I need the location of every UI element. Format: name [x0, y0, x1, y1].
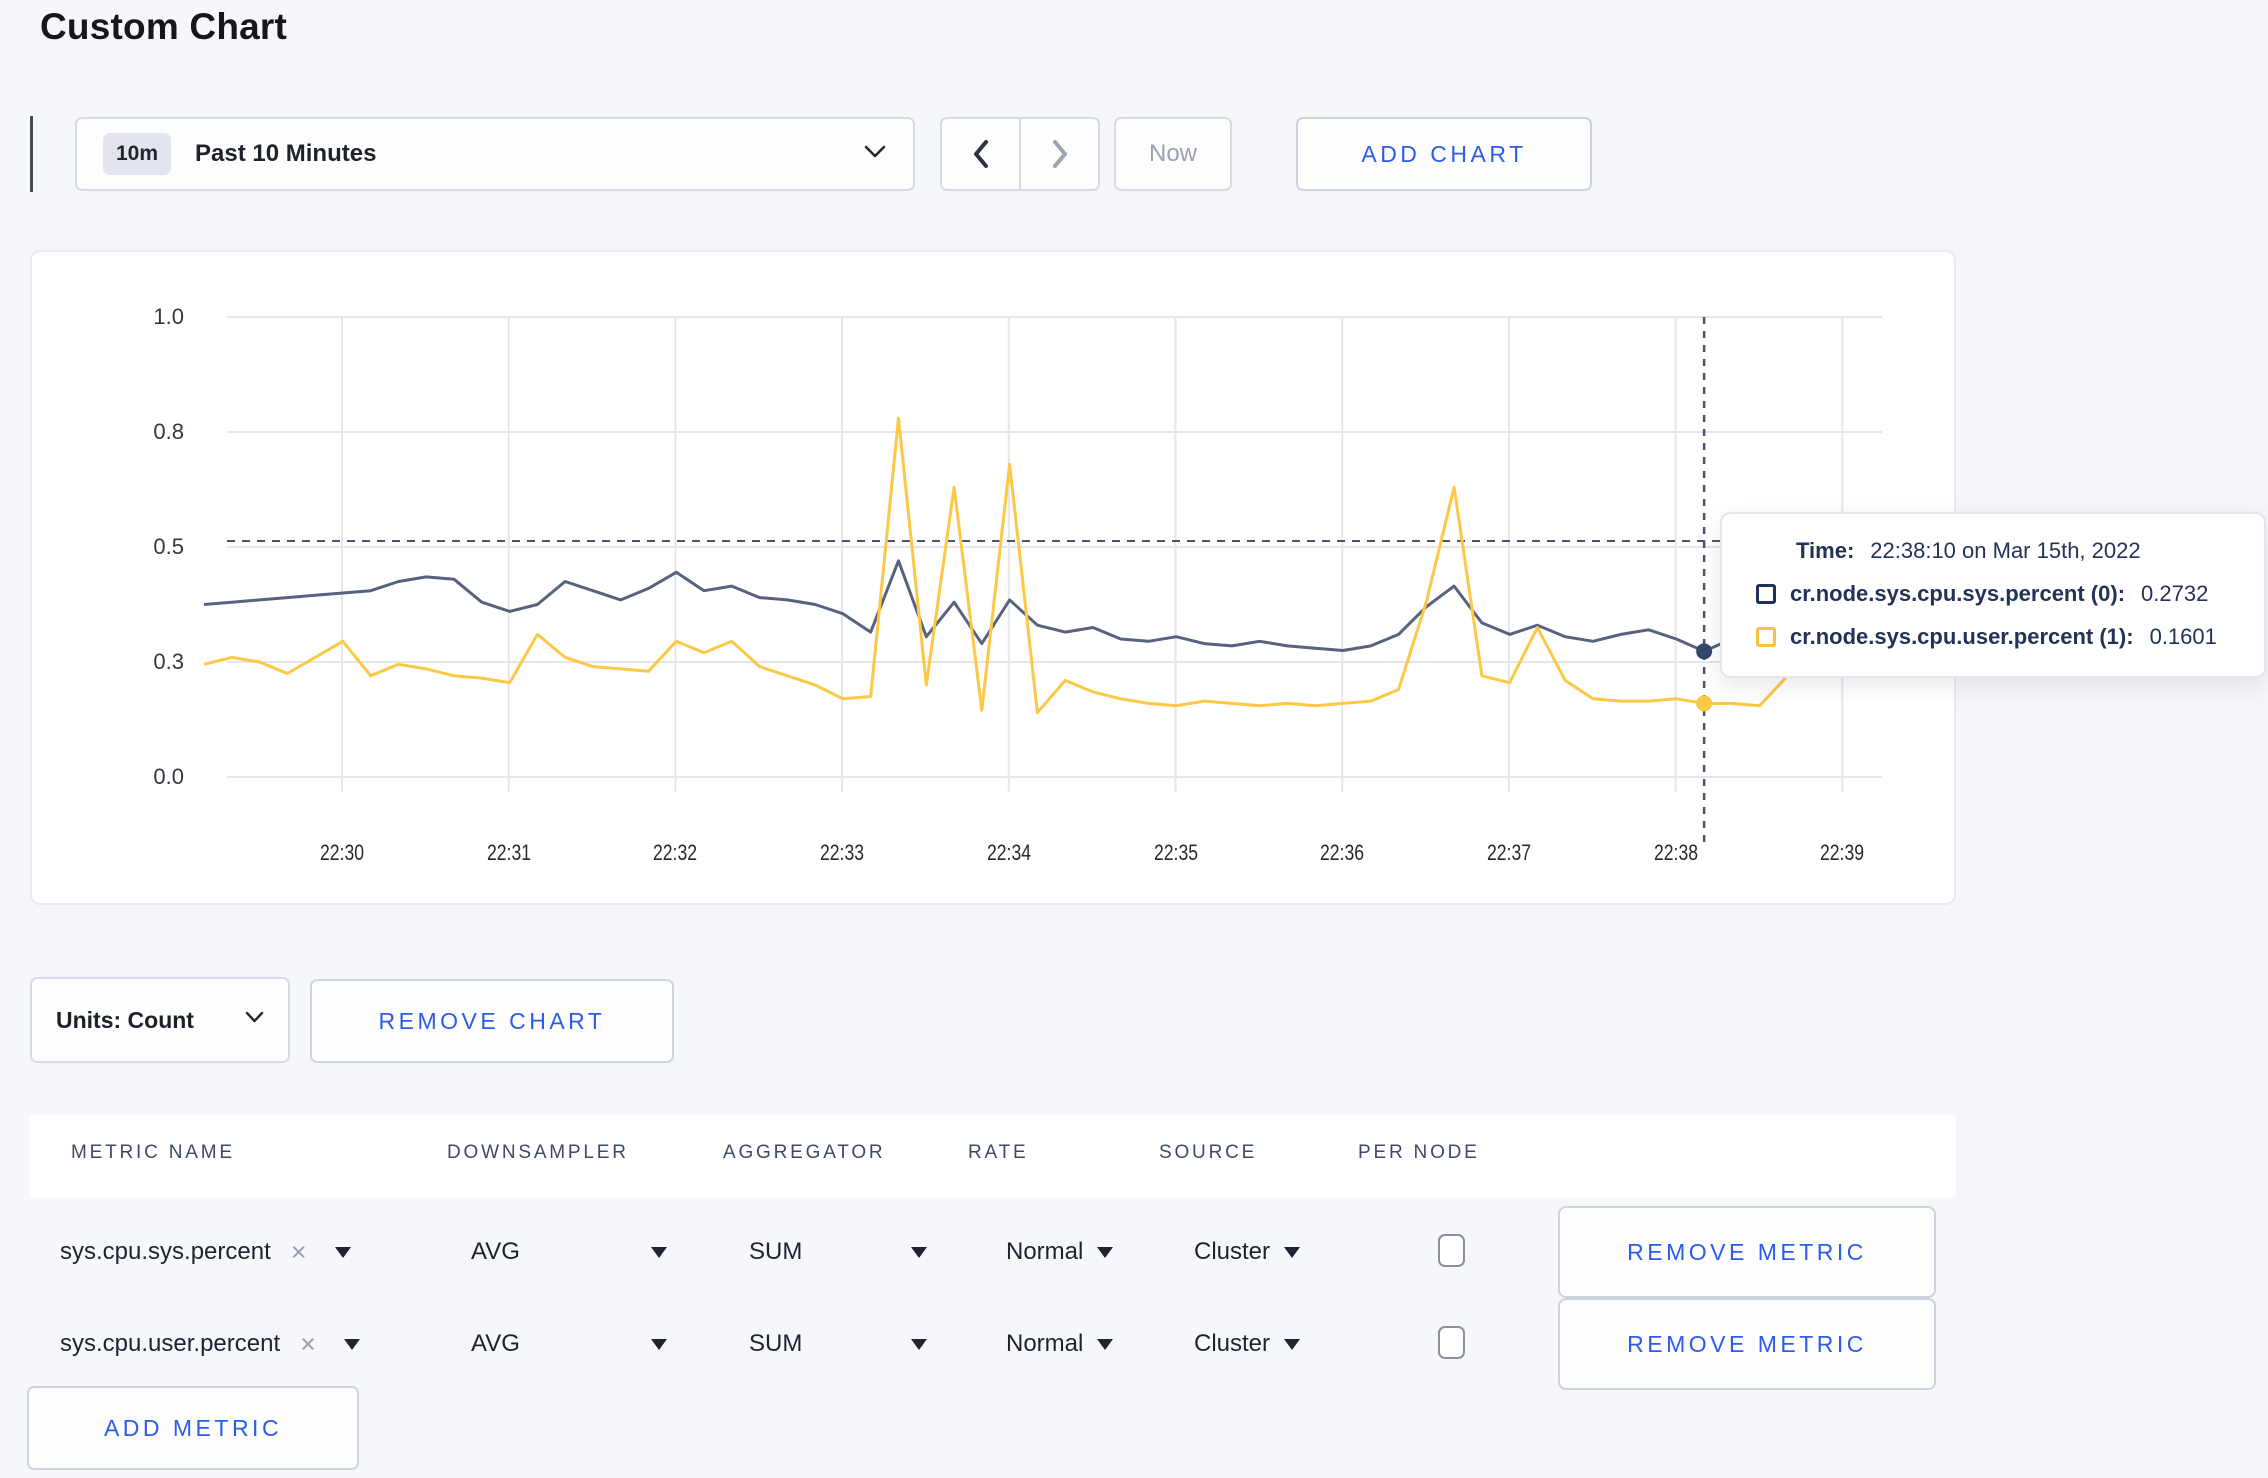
y-axis-tick-label: 1.0 [153, 304, 184, 329]
units-label: Units: Count [56, 1006, 194, 1033]
chevron-down-icon [245, 1011, 264, 1029]
clear-metric-icon[interactable]: × [300, 1329, 316, 1360]
x-axis-tick-label: 22:30 [319, 840, 365, 865]
hover-dot-sys [1696, 643, 1713, 660]
tooltip-time-label: Time: [1796, 538, 1855, 563]
metric-row: sys.cpu.user.percent × AVG SUM Normal Cl… [30, 1298, 1956, 1390]
time-range-badge: 10m [103, 133, 172, 175]
per-node-checkbox[interactable] [1438, 1234, 1465, 1267]
add-metric-button[interactable]: ADD METRIC [27, 1386, 359, 1470]
col-header-downsampler: DOWNSAMPLER [447, 1142, 629, 1163]
clear-metric-icon[interactable]: × [291, 1237, 307, 1268]
col-header-metric-name: METRIC NAME [71, 1142, 235, 1163]
chart-card: 0.0 0.3 0.5 0.8 1.0 22:30 22:31 22:32 22:33 22:34… [30, 250, 1956, 905]
source-value: Cluster [1194, 1238, 1271, 1265]
downsampler-value: AVG [471, 1238, 520, 1265]
remove-metric-button[interactable]: REMOVE METRIC [1558, 1298, 1936, 1390]
rate-select[interactable]: Normal [1006, 1206, 1114, 1298]
units-dropdown[interactable]: Units: Count [30, 977, 290, 1063]
rate-select[interactable]: Normal [1006, 1298, 1114, 1390]
tooltip-series-row: cr.node.sys.cpu.sys.percent (0): 0.2732 [1756, 581, 2234, 607]
metric-name-value: sys.cpu.user.percent [60, 1330, 281, 1357]
x-axis-tick-label: 22:33 [820, 840, 865, 865]
per-node-checkbox[interactable] [1438, 1326, 1465, 1359]
tooltip-series-label: cr.node.sys.cpu.sys.percent (0): [1790, 581, 2126, 606]
tooltip-series-label: cr.node.sys.cpu.user.percent (1): [1790, 624, 2134, 649]
remove-chart-button[interactable]: REMOVE CHART [310, 979, 674, 1063]
y-axis-tick-label: 0.5 [153, 534, 184, 559]
col-header-aggregator: AGGREGATOR [723, 1142, 886, 1163]
metric-row: sys.cpu.sys.percent × AVG SUM Normal Clu… [30, 1206, 1956, 1298]
aggregator-arrow[interactable] [911, 1206, 927, 1298]
chart-svg[interactable] [32, 252, 1954, 903]
hover-dot-user [1696, 695, 1713, 712]
x-axis-tick-label: 22:37 [1486, 840, 1531, 865]
aggregator-value: SUM [749, 1330, 803, 1357]
downsampler-select[interactable]: AVG [471, 1298, 520, 1390]
tooltip-series-value: 0.2732 [2141, 581, 2209, 606]
downsampler-value: AVG [471, 1330, 520, 1357]
time-range-label: Past 10 Minutes [195, 140, 377, 167]
navy-series-swatch-icon [1756, 584, 1776, 604]
y-axis-tick-label: 0.3 [153, 649, 184, 674]
y-axis-tick-label: 0.0 [153, 764, 184, 789]
x-axis-tick-label: 22:39 [1820, 840, 1865, 865]
aggregator-select[interactable]: SUM [749, 1298, 802, 1390]
metric-name-select[interactable]: sys.cpu.user.percent × [60, 1298, 360, 1390]
x-axis-tick-label: 22:38 [1653, 840, 1698, 865]
x-axis-tick-label: 22:34 [986, 840, 1031, 865]
chevron-right-icon [1052, 140, 1067, 168]
col-header-source: SOURCE [1159, 1142, 1258, 1163]
series-line [203, 559, 1872, 653]
time-nav-group [940, 117, 1100, 191]
dropdown-arrow-icon [343, 1338, 360, 1350]
chevron-left-icon [973, 140, 988, 168]
metric-name-select[interactable]: sys.cpu.sys.percent × [60, 1206, 351, 1298]
tooltip-series-row: cr.node.sys.cpu.user.percent (1): 0.1601 [1756, 624, 2234, 650]
source-select[interactable]: Cluster [1194, 1298, 1301, 1390]
x-axis-tick-label: 22:36 [1320, 840, 1365, 865]
col-header-per-node: PER NODE [1358, 1142, 1480, 1163]
toolbar-left-rule [30, 116, 33, 192]
dropdown-arrow-icon [651, 1338, 667, 1350]
chart-tooltip: Time: 22:38:10 on Mar 15th, 2022 cr.node… [1720, 512, 2266, 678]
dropdown-arrow-icon [1284, 1338, 1301, 1350]
remove-metric-button[interactable]: REMOVE METRIC [1558, 1206, 1936, 1298]
tooltip-time-row: Time: 22:38:10 on Mar 15th, 2022 [1796, 538, 2234, 564]
time-range-dropdown[interactable]: 10m Past 10 Minutes [75, 117, 915, 191]
aggregator-value: SUM [749, 1238, 803, 1265]
rate-value: Normal [1006, 1238, 1084, 1265]
x-axis-tick-label: 22:35 [1153, 840, 1198, 865]
prev-range-button[interactable] [942, 119, 1021, 189]
add-chart-button[interactable]: ADD CHART [1296, 117, 1592, 191]
x-axis-tick-label: 22:32 [653, 840, 698, 865]
col-header-rate: RATE [968, 1142, 1029, 1163]
aggregator-select[interactable]: SUM [749, 1206, 802, 1298]
now-button[interactable]: Now [1114, 117, 1232, 191]
downsampler-arrow[interactable] [651, 1298, 667, 1390]
x-axis-tick-label: 22:31 [486, 840, 531, 865]
downsampler-select[interactable]: AVG [471, 1206, 520, 1298]
aggregator-arrow[interactable] [911, 1298, 927, 1390]
dropdown-arrow-icon [911, 1246, 927, 1258]
dropdown-arrow-icon [334, 1246, 351, 1258]
page-title: Custom Chart [40, 6, 288, 47]
series-line [203, 416, 1872, 715]
dropdown-arrow-icon [1097, 1338, 1114, 1350]
source-select[interactable]: Cluster [1194, 1206, 1301, 1298]
metric-name-value: sys.cpu.sys.percent [60, 1238, 271, 1265]
dropdown-arrow-icon [1284, 1246, 1301, 1258]
tooltip-time-value: 22:38:10 on Mar 15th, 2022 [1870, 538, 2141, 563]
source-value: Cluster [1194, 1330, 1271, 1357]
dropdown-arrow-icon [651, 1246, 667, 1258]
downsampler-arrow[interactable] [651, 1206, 667, 1298]
next-range-button[interactable] [1021, 119, 1098, 189]
tooltip-series-value: 0.1601 [2149, 624, 2217, 649]
y-axis-tick-label: 0.8 [153, 419, 184, 444]
yellow-series-swatch-icon [1756, 627, 1776, 647]
dropdown-arrow-icon [911, 1338, 927, 1350]
rate-value: Normal [1006, 1330, 1084, 1357]
chevron-down-icon [863, 144, 887, 165]
dropdown-arrow-icon [1097, 1246, 1114, 1258]
